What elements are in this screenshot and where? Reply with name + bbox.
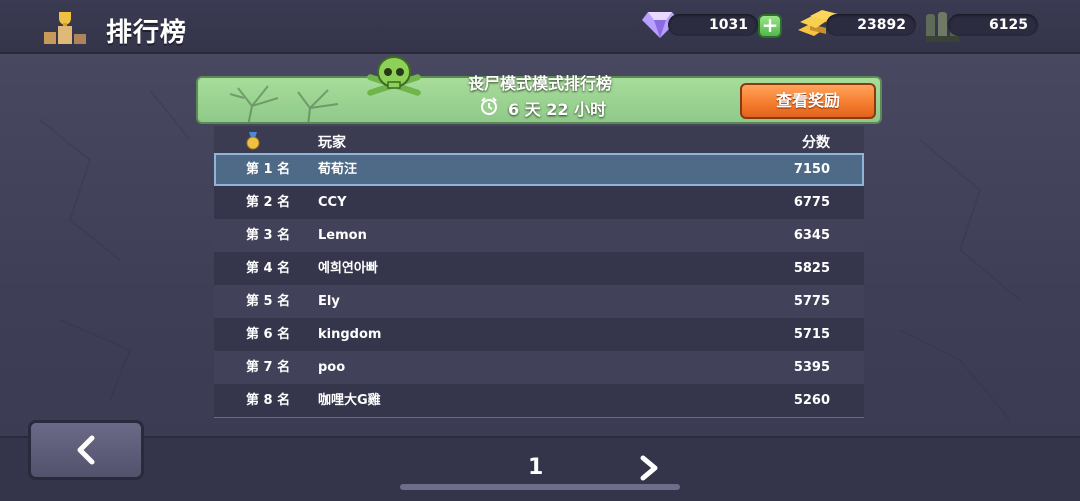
rank-label: 第 4 名: [246, 261, 291, 276]
player-name: 咖哩大G雞: [318, 393, 381, 408]
table-row[interactable]: 第 3 名 Lemon 6345: [214, 219, 864, 252]
column-header-score: 分数: [802, 135, 830, 151]
rank-label: 第 6 名: [246, 327, 291, 342]
page-title: 排行榜: [106, 18, 188, 48]
column-header-player: 玩家: [318, 135, 346, 151]
table-row[interactable]: 第 6 名 kingdom 5715: [214, 318, 864, 351]
player-score: 5395: [793, 360, 830, 375]
player-score: 6345: [793, 228, 830, 243]
player-name: Lemon: [318, 228, 367, 243]
table-row[interactable]: 第 2 名 CCY 6775: [214, 186, 864, 219]
table-row[interactable]: 第 1 名 荀荀汪 7150: [214, 153, 864, 186]
player-name: 荀荀汪: [318, 162, 358, 177]
player-name: Ely: [318, 294, 340, 309]
add-gems-button[interactable]: +: [758, 14, 782, 38]
rank-label: 第 1 名: [246, 162, 291, 177]
chevron-left-icon: [77, 435, 95, 465]
next-page-chevron-icon[interactable]: [636, 454, 662, 482]
page-number: 1: [528, 455, 544, 480]
player-score: 5775: [793, 294, 830, 309]
player-name: CCY: [318, 195, 347, 210]
player-name: kingdom: [318, 327, 382, 342]
view-rewards-button[interactable]: 查看奖励: [740, 83, 876, 119]
rank-label: 第 8 名: [246, 393, 291, 408]
countdown-text: 6 天 22 小时: [508, 100, 607, 119]
leaderboard-table: 玩家 分数 第 1 名 荀荀汪 7150 第 2 名 CCY 6775 第 3 …: [214, 126, 864, 418]
table-row[interactable]: 第 4 名 예희연아빠 5825: [214, 252, 864, 285]
event-countdown: 6 天 22 小时: [482, 96, 606, 120]
table-row[interactable]: 第 7 名 poo 5395: [214, 351, 864, 384]
player-name: 예희연아빠: [318, 261, 378, 276]
player-score: 5260: [793, 393, 830, 408]
event-title: 丧尸模式模式排行榜: [467, 74, 612, 93]
gem-count: 1031: [668, 14, 758, 36]
table-header: 玩家 分数: [214, 126, 864, 152]
rank-label: 第 2 名: [246, 195, 291, 210]
medal-icon: [246, 132, 260, 150]
gold-count: 23892: [826, 14, 916, 36]
player-name: poo: [318, 360, 346, 375]
rank-label: 第 5 名: [246, 294, 291, 309]
rank-label: 第 7 名: [246, 360, 291, 375]
trophy-podium-icon: [44, 12, 86, 44]
ammo-count: 6125: [948, 14, 1038, 36]
player-score: 7150: [793, 162, 830, 177]
rank-label: 第 3 名: [246, 228, 291, 243]
player-score: 5825: [793, 261, 830, 276]
home-indicator: [400, 484, 680, 490]
player-score: 6775: [793, 195, 830, 210]
table-row[interactable]: 第 5 名 Ely 5775: [214, 285, 864, 318]
back-button[interactable]: [28, 420, 144, 480]
table-row[interactable]: 第 8 名 咖哩大G雞 5260: [214, 384, 864, 417]
player-score: 5715: [793, 327, 830, 342]
